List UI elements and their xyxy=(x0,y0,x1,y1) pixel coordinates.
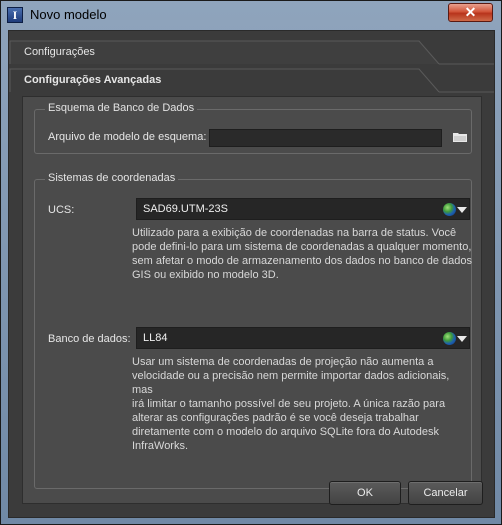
ucs-label: UCS: xyxy=(48,204,75,216)
database-value: LL84 xyxy=(143,332,168,344)
title-bar[interactable]: I Novo modelo ✕ xyxy=(1,1,501,29)
ucs-value: SAD69.UTM-23S xyxy=(143,203,228,215)
dialog-window: I Novo modelo ✕ Configurações Configuraç… xyxy=(0,0,502,525)
app-icon: I xyxy=(7,7,23,23)
tab-configuracoes-avancadas[interactable]: Configurações Avançadas xyxy=(9,65,494,93)
schema-file-label: Arquivo de modelo de esquema: xyxy=(48,131,207,143)
database-description: Usar um sistema de coordenadas de projeç… xyxy=(132,356,450,452)
tab-label: Configurações Avançadas xyxy=(24,74,162,86)
globe-icon xyxy=(443,332,456,345)
globe-icon xyxy=(443,203,456,216)
database-select[interactable]: LL84 xyxy=(136,327,470,349)
coordinate-systems-group: Sistemas de coordenadas UCS: SAD69.UTM-2… xyxy=(34,172,473,489)
schema-file-input[interactable] xyxy=(209,129,442,147)
close-button[interactable]: ✕ xyxy=(448,3,493,22)
chevron-down-icon xyxy=(457,336,467,342)
folder-icon[interactable] xyxy=(453,132,467,142)
window-title: Novo modelo xyxy=(30,7,107,22)
ucs-select[interactable]: SAD69.UTM-23S xyxy=(136,198,470,220)
schema-group: Esquema de Banco de Dados Arquivo de mod… xyxy=(34,102,472,154)
ucs-description: Utilizado para a exibição de coordenadas… xyxy=(132,227,473,281)
schema-group-title: Esquema de Banco de Dados xyxy=(45,102,198,114)
tab-label: Configurações xyxy=(24,46,95,58)
coordinate-group-title: Sistemas de coordenadas xyxy=(45,172,179,184)
tab-configuracoes[interactable]: Configurações xyxy=(9,37,494,65)
dialog-body: Configurações Configurações Avançadas Es… xyxy=(8,30,495,518)
chevron-down-icon xyxy=(457,207,467,213)
ok-button[interactable]: OK xyxy=(329,481,401,505)
settings-panel: Esquema de Banco de Dados Arquivo de mod… xyxy=(22,96,482,504)
cancel-button[interactable]: Cancelar xyxy=(408,481,483,505)
database-label: Banco de dados: xyxy=(48,333,131,345)
